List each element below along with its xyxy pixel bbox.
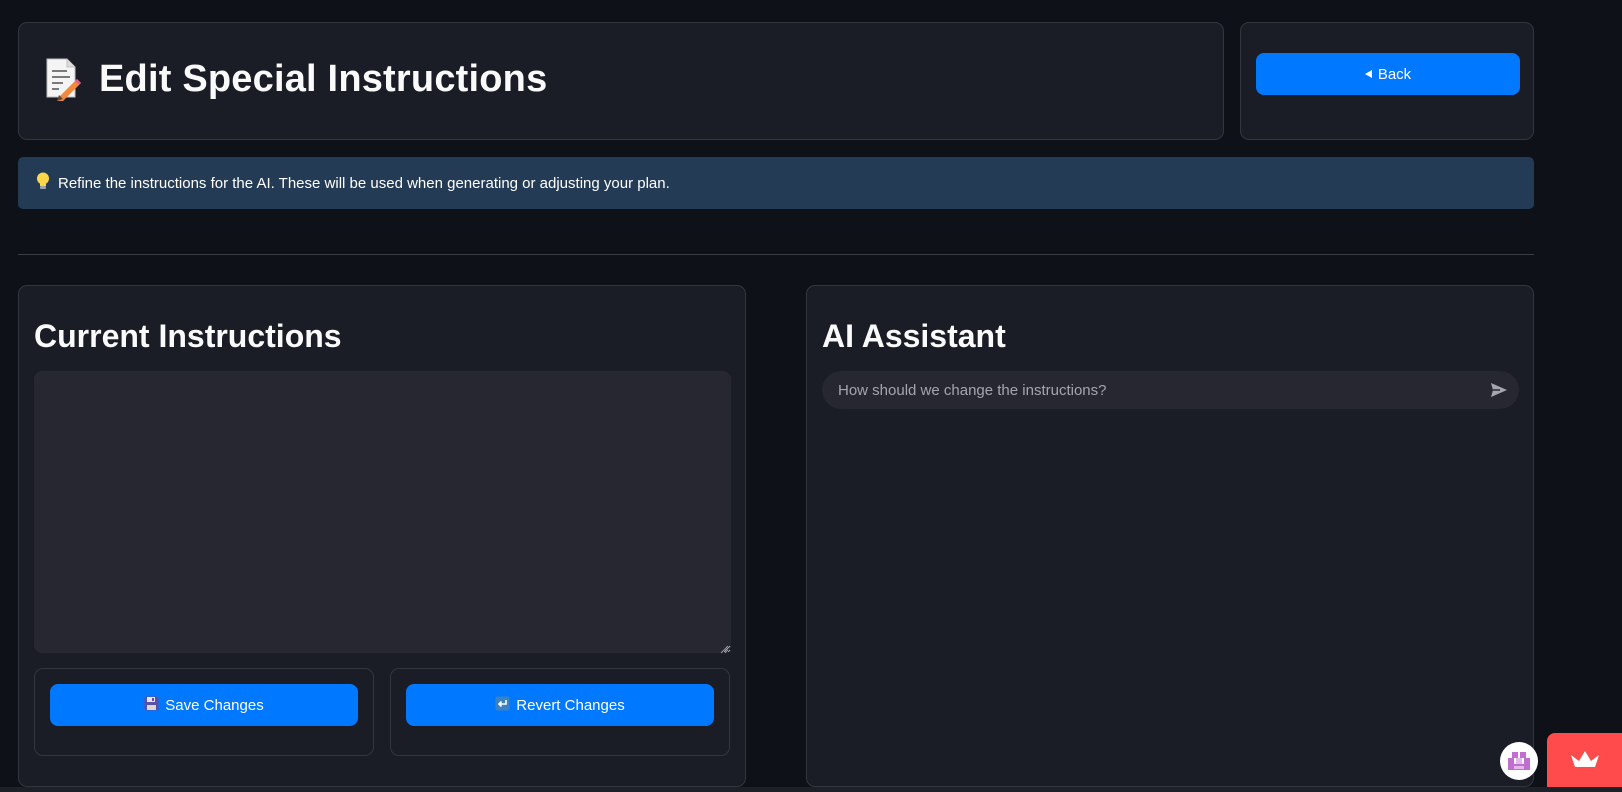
title-wrap: Edit Special Instructions <box>43 57 547 101</box>
instructions-card: Current Instructions Save Changes Revert… <box>18 285 746 787</box>
assistant-title: AI Assistant <box>822 318 1006 354</box>
instructions-title: Current Instructions <box>34 318 342 354</box>
assistant-card: AI Assistant <box>806 285 1534 787</box>
revert-changes-button[interactable]: Revert Changes <box>406 684 714 726</box>
caret-left-icon <box>1364 70 1372 78</box>
back-card: Back <box>1240 22 1534 140</box>
memo-pencil-icon <box>43 57 81 101</box>
send-icon[interactable] <box>1489 380 1509 400</box>
save-changes-button[interactable]: Save Changes <box>50 684 358 726</box>
page-title: Edit Special Instructions <box>99 57 548 100</box>
avatar[interactable] <box>1500 742 1538 780</box>
app-page: Edit Special Instructions Back Refine th… <box>0 0 1622 792</box>
chat-input-wrapper <box>822 371 1519 409</box>
instructions-textarea[interactable] <box>34 371 731 653</box>
info-banner: Refine the instructions for the AI. Thes… <box>18 157 1534 209</box>
crown-icon <box>1569 747 1601 774</box>
chat-input[interactable] <box>822 371 1462 409</box>
lightbulb-icon <box>36 172 50 194</box>
info-text: Refine the instructions for the AI. Thes… <box>58 174 670 192</box>
divider <box>18 254 1534 255</box>
revert-changes-label: Revert Changes <box>516 696 625 714</box>
save-container: Save Changes <box>34 668 374 756</box>
back-button-label: Back <box>1377 65 1412 83</box>
bottom-strip <box>0 787 1622 792</box>
back-button[interactable]: Back <box>1256 53 1520 95</box>
title-card: Edit Special Instructions <box>18 22 1224 140</box>
resize-handle-icon[interactable] <box>719 641 729 654</box>
floppy-disk-icon <box>144 696 159 715</box>
save-changes-label: Save Changes <box>165 696 264 714</box>
streamlit-badge[interactable] <box>1547 733 1622 787</box>
return-arrow-icon <box>495 696 510 715</box>
revert-container: Revert Changes <box>390 668 730 756</box>
